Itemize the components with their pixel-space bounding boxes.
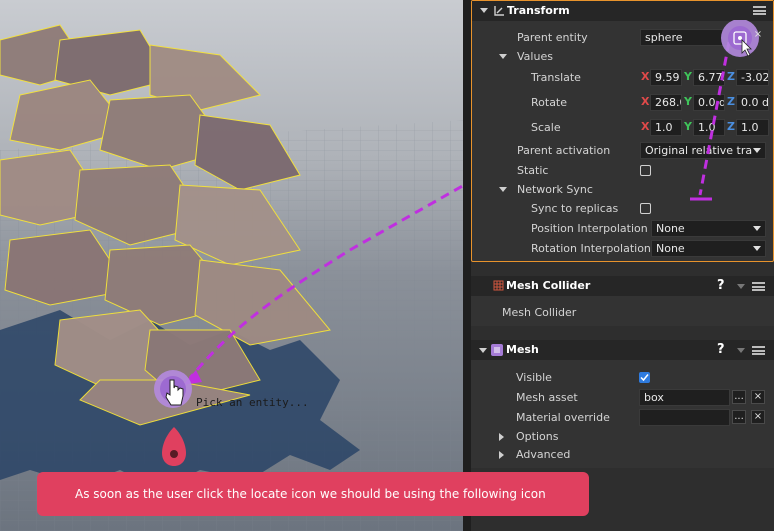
network-sync-label: Network Sync (517, 183, 593, 196)
translate-label: Translate (531, 71, 581, 84)
material-override-label: Material override (516, 411, 610, 424)
scale-y-axis: Y (684, 120, 692, 133)
translate-x-axis: X (641, 70, 650, 83)
mesh-asset-browse-button[interactable]: ... (732, 390, 746, 404)
visible-label: Visible (516, 371, 552, 384)
sync-replicas-label: Sync to replicas (531, 202, 619, 215)
translate-y-field[interactable]: 6.772 (693, 69, 725, 86)
help-icon[interactable]: ? (717, 342, 725, 357)
options-label[interactable]: Options (516, 430, 558, 443)
advanced-label[interactable]: Advanced (516, 448, 570, 461)
material-override-field[interactable] (639, 409, 730, 426)
mesh-component: Mesh ? Visible Mesh asset box ... × Mate… (471, 340, 774, 468)
transform-icon (494, 6, 504, 16)
rotation-interp-label: Rotation Interpolation (531, 242, 651, 255)
mesh-collider-component: Mesh Collider ? Mesh Collider (471, 276, 774, 326)
parent-activation-value: Original relative tra (645, 144, 753, 157)
rotate-label: Rotate (531, 96, 568, 109)
position-interp-select[interactable]: None (651, 220, 766, 237)
material-override-clear-button[interactable]: × (751, 410, 765, 424)
scale-y-field[interactable]: 1.0 (693, 119, 725, 136)
mesh-header[interactable]: Mesh ? (471, 340, 774, 360)
rotate-z-axis: Z (727, 95, 735, 108)
rotate-x-axis: X (641, 95, 650, 108)
visible-checkbox[interactable] (639, 372, 650, 383)
scale-x-axis: X (641, 120, 650, 133)
chevron-down-icon (753, 226, 761, 231)
scale-label: Scale (531, 121, 561, 134)
scale-z-axis: Z (727, 120, 735, 133)
scale-z-field[interactable]: 1.0 (736, 119, 769, 136)
component-menu-icon[interactable] (752, 346, 765, 355)
mesh-icon (491, 344, 503, 356)
material-override-browse-button[interactable]: ... (732, 410, 746, 424)
notification-toast: As soon as the user click the locate ico… (37, 472, 589, 516)
mesh-collider-body-label: Mesh Collider (502, 306, 577, 319)
panel-divider[interactable] (463, 0, 471, 531)
translate-z-field[interactable]: -3.02 (736, 69, 769, 86)
rotation-interp-select[interactable]: None (651, 240, 766, 257)
chevron-down-icon (753, 148, 761, 153)
mesh-title: Mesh (506, 343, 539, 356)
mesh-collider-title: Mesh Collider (506, 279, 591, 292)
rotate-y-field[interactable]: 0.0 d (693, 94, 725, 111)
parent-activation-select[interactable]: Original relative tra (640, 142, 766, 159)
dropdown-icon[interactable] (737, 284, 745, 289)
sync-replicas-checkbox[interactable] (640, 203, 651, 214)
dropdown-icon[interactable] (737, 348, 745, 353)
inspector-panel: Transform Parent entity sphere Values Tr… (471, 0, 774, 531)
transform-header[interactable]: Transform (472, 1, 773, 21)
options-expand-icon[interactable] (499, 433, 504, 441)
transform-title: Transform (507, 4, 570, 17)
collapse-icon[interactable] (479, 348, 487, 353)
mesh-asset-label: Mesh asset (516, 391, 578, 404)
mesh-collider-icon (493, 280, 504, 291)
translate-z-axis: Z (727, 70, 735, 83)
collapse-icon[interactable] (480, 8, 488, 13)
position-interp-label: Position Interpolation (531, 222, 648, 235)
component-menu-icon[interactable] (752, 282, 765, 291)
rotate-z-field[interactable]: 0.0 d (736, 94, 769, 111)
chevron-down-icon (753, 246, 761, 251)
help-icon[interactable]: ? (717, 278, 725, 293)
static-label: Static (517, 164, 549, 177)
component-menu-icon[interactable] (753, 6, 766, 15)
pick-entity-label: Pick an entity... (196, 396, 309, 409)
parent-entity-label: Parent entity (517, 31, 588, 44)
rotation-interp-value: None (656, 242, 685, 255)
translate-x-field[interactable]: 9.59 (650, 69, 682, 86)
parent-entity-clear-button[interactable]: × (751, 29, 765, 43)
network-sync-expand-icon[interactable] (499, 187, 507, 192)
rotate-x-field[interactable]: 268.0 (650, 94, 682, 111)
scene-render (0, 24, 463, 531)
translate-y-axis: Y (684, 70, 692, 83)
position-interp-value: None (656, 222, 685, 235)
mesh-asset-field[interactable]: box (639, 389, 730, 406)
mesh-collider-header[interactable]: Mesh Collider ? (471, 276, 774, 296)
parent-activation-label: Parent activation (517, 144, 611, 157)
scale-x-field[interactable]: 1.0 (650, 119, 682, 136)
mesh-asset-clear-button[interactable]: × (751, 390, 765, 404)
static-checkbox[interactable] (640, 165, 651, 176)
scene-viewport[interactable]: Pick an entity... (0, 0, 463, 531)
advanced-expand-icon[interactable] (499, 451, 504, 459)
values-expand-icon[interactable] (499, 54, 507, 59)
rotate-y-axis: Y (684, 95, 692, 108)
values-label: Values (517, 50, 553, 63)
